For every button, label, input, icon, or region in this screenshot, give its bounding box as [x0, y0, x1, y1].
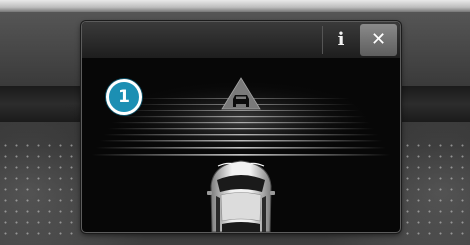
own-vehicle-icon	[207, 160, 275, 232]
right-trim-band	[400, 86, 470, 122]
info-button[interactable]: i	[324, 24, 358, 56]
header-divider	[322, 26, 323, 54]
close-icon: ✕	[370, 29, 387, 50]
left-speaker-grille	[0, 140, 80, 240]
callout-number-badge: 1	[106, 79, 142, 115]
right-speaker-grille	[402, 140, 470, 240]
info-icon: i	[337, 29, 345, 50]
left-trim-band	[0, 86, 82, 122]
close-button[interactable]: ✕	[360, 24, 397, 56]
display-bezel	[0, 0, 470, 12]
assist-display-panel: i ✕	[81, 21, 401, 233]
